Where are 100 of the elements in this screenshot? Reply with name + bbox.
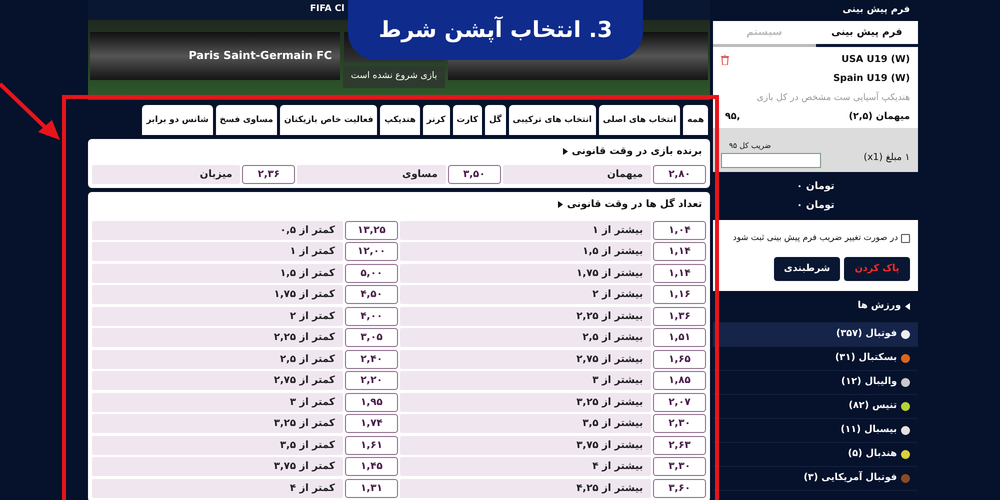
trash-icon[interactable]	[721, 55, 729, 66]
option-label: میهمان	[502, 165, 651, 184]
market-tab[interactable]: مساوی فسخ	[216, 105, 278, 135]
market-tab[interactable]: همه	[683, 105, 708, 135]
market-tab[interactable]: انتخاب های ترکیبی	[508, 105, 596, 135]
odds-button[interactable]: ۱,۱۴	[653, 264, 706, 282]
sport-name: بیسبال (۱۱)	[840, 423, 897, 438]
market-title: برنده بازی در وقت قانونی	[572, 144, 702, 158]
odds-button[interactable]: ۲,۰۷	[653, 392, 706, 412]
odds-button[interactable]: ۳,۶۰	[653, 478, 706, 498]
market-tab[interactable]: کرنر	[422, 105, 450, 135]
option-label: کمتر از ۳,۷۵	[92, 457, 343, 476]
odds-button[interactable]: ۱۳,۲۵	[345, 220, 398, 240]
option-label: کمتر از ۱	[92, 242, 343, 261]
option-label: کمتر از ۳,۲۵	[92, 414, 343, 433]
odds-button[interactable]: ۱,۶۱	[345, 436, 398, 454]
stake-label: ۱ مبلغ (x1)	[864, 151, 910, 165]
option-label: کمتر از ۲,۵	[92, 350, 343, 368]
option-label: بیشتر از ۲,۲۵	[400, 306, 651, 326]
odds-button[interactable]: ۳,۳۰	[653, 457, 706, 476]
option-label: کمتر از ۴	[92, 478, 343, 498]
option-label: بیشتر از ۱,۷۵	[400, 264, 651, 282]
market-name: هندیکپ آسیایی ست مشخص در کل بازی	[756, 92, 910, 104]
market-tab[interactable]: انتخاب های اصلی	[598, 105, 680, 135]
option-label: کمتر از ۲,۷۵	[92, 371, 343, 390]
total-amount: تومان ۰	[796, 199, 835, 214]
option-label: کمتر از ۳	[92, 392, 343, 412]
market-tab[interactable]: فعالیت خاص بازیکنان	[280, 105, 378, 135]
team-name: USA U19 (W)	[841, 53, 910, 67]
team-name: Paris Saint-Germain FC	[188, 48, 332, 64]
clear-button[interactable]: پاک کردن	[844, 257, 910, 281]
stake-field[interactable]	[721, 153, 821, 168]
option-label: بیشتر از ۱	[400, 220, 651, 240]
option-label: بیشتر از ۳,۷۵	[400, 436, 651, 454]
odds-button[interactable]: ۳,۵۰	[448, 165, 501, 184]
odds-button[interactable]: ۱,۷۴	[345, 414, 398, 433]
option-label: بیشتر از ۲	[400, 285, 651, 304]
odds-button[interactable]: ۵,۰۰	[345, 264, 398, 282]
odds-button[interactable]: ۱۲,۰۰	[345, 242, 398, 261]
sports-title: ورزش ها	[858, 299, 901, 314]
option-label: کمتر از ۰,۵	[92, 220, 343, 240]
checkbox[interactable]	[901, 234, 910, 244]
odds-button[interactable]: ۲,۳۰	[653, 414, 706, 433]
caret-icon	[558, 200, 563, 208]
betslip-tab[interactable]: فرم پیش بینی	[816, 21, 918, 47]
odds-button[interactable]: ۳,۰۵	[345, 328, 398, 347]
option-label: کمتر از ۳,۵	[92, 436, 343, 454]
odds-button[interactable]: ۱,۵۱	[653, 328, 706, 347]
betslip-title: فرم پیش بینی	[842, 3, 910, 18]
option-label: بیشتر از ۲,۵	[400, 328, 651, 347]
odds-button[interactable]: ۱,۴۵	[345, 457, 398, 476]
option-label: بیشتر از ۳,۲۵	[400, 392, 651, 412]
option-label: کمتر از ۱,۷۵	[92, 285, 343, 304]
sport-name: والیبال (۱۲)	[841, 375, 897, 390]
sport-name: بسکتبال (۳۱)	[835, 351, 897, 366]
caret-icon	[562, 148, 568, 154]
market-title: تعداد گل ها در وقت قانونی	[566, 197, 702, 212]
team-name: Spain U19 (W)	[833, 72, 910, 86]
odds-button[interactable]: ۲,۳۶	[242, 165, 296, 184]
sport-name: فوتبال آمریکایی (۳)	[804, 471, 897, 486]
option-label: کمتر از ۲	[92, 306, 343, 326]
sport-name: فوتبال (۳۵۷)	[836, 327, 897, 342]
sport-name: تنیس (۸۲)	[848, 399, 897, 414]
odds-button[interactable]: ۱,۸۵	[653, 371, 706, 390]
option-label: بیشتر از ۴,۲۵	[400, 478, 651, 498]
market-tab[interactable]: هندیکپ	[380, 105, 420, 135]
odds-button[interactable]: ۱,۱۶	[653, 285, 706, 304]
odds-button[interactable]: ۱,۳۱	[345, 478, 398, 498]
odds-button[interactable]: ۴,۵۰	[345, 285, 398, 304]
option-label: مساوی	[297, 165, 446, 184]
option-label: کمتر از ۱,۵	[92, 264, 343, 282]
option-label: بیشتر از ۲,۷۵	[400, 350, 651, 368]
total-amount: تومان ۰	[796, 180, 835, 194]
option-label: بیشتر از ۳,۵	[400, 414, 651, 433]
market-tab[interactable]: گل	[485, 105, 506, 135]
odds-button[interactable]: ۱,۹۵	[345, 392, 398, 412]
odds-button[interactable]: ۲,۸۰	[653, 165, 706, 184]
odds-button[interactable]: ۱,۱۴	[653, 242, 706, 261]
sport-name: هندبال (۵)	[848, 447, 897, 462]
odds-button[interactable]: ۱,۰۴	[653, 220, 706, 240]
option-label: کمتر از ۲,۲۵	[92, 328, 343, 347]
odds-button[interactable]: ۲,۲۰	[345, 371, 398, 390]
odds-button[interactable]: ۱,۶۵	[653, 350, 706, 368]
odds-button[interactable]: ۱,۳۶	[653, 306, 706, 326]
option-label: بیشتر از ۳	[400, 371, 651, 390]
arrow-icon	[0, 82, 62, 142]
competition-title: FIFA Cl	[310, 3, 344, 16]
pick-label: میهمان (۲,۵)	[848, 110, 910, 124]
match-status: بازی شروع نشده است	[342, 66, 446, 88]
option-label: میزبان	[92, 165, 240, 184]
sport-item[interactable]: فوتبال (۳۵۷)	[713, 323, 918, 347]
odds-button[interactable]: ۲,۶۳	[653, 436, 706, 454]
pick-odds: ,۹۵	[724, 110, 740, 124]
bet-button[interactable]: شرطبندی	[774, 257, 840, 281]
odds-button[interactable]: ۲,۴۰	[345, 350, 398, 368]
market-tab[interactable]: کارت	[452, 105, 482, 135]
odds-button[interactable]: ۴,۰۰	[345, 306, 398, 326]
caret-icon	[905, 303, 910, 310]
option-label: بیشتر از ۴	[400, 457, 651, 476]
market-tab[interactable]: شانس دو برابر	[142, 105, 213, 135]
